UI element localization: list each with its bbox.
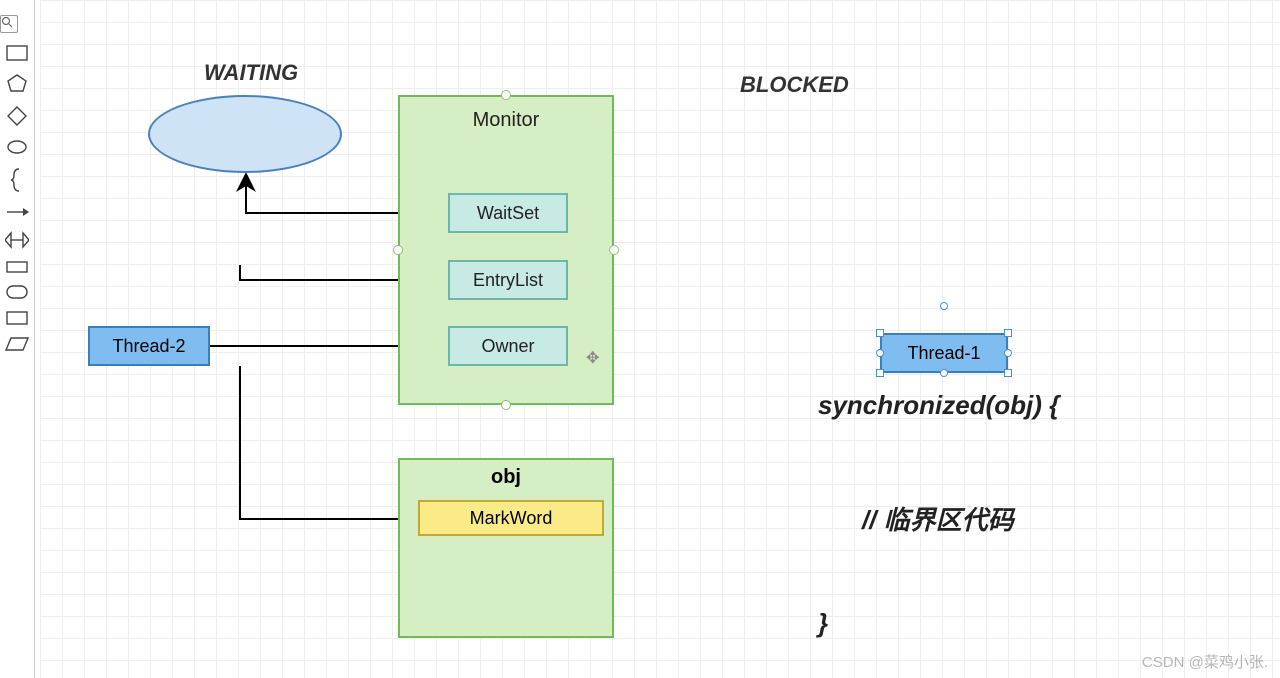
connector-dot[interactable] [501,90,511,100]
parallelogram-icon[interactable] [5,337,29,351]
connector-dot[interactable] [501,400,511,410]
resize-handle-sw[interactable] [876,369,884,377]
resize-handle-se[interactable] [1004,369,1012,377]
code-sync-text: synchronized(obj) { [818,390,1059,421]
owner-box[interactable]: Owner [448,326,568,366]
thread1-box[interactable]: Thread-1 [880,333,1008,373]
arrow-right-icon[interactable] [5,205,29,219]
ellipse-shape-icon[interactable] [6,139,28,155]
resize-handle-nw[interactable] [876,329,884,337]
connector-dot[interactable] [609,245,619,255]
move-cursor-icon: ✥ [586,348,599,368]
resize-handle-w[interactable] [876,349,884,357]
code-close-text: } [818,608,828,639]
entrylist-box[interactable]: EntryList [448,260,568,300]
thread2-box[interactable]: Thread-2 [88,326,210,366]
connector-dot[interactable] [393,245,403,255]
rhombus-shape-icon[interactable] [6,105,28,127]
resize-handle-s[interactable] [940,369,948,377]
thread1-label: Thread-1 [907,343,980,364]
shape-palette[interactable] [0,0,35,678]
rect-shape-icon[interactable] [6,45,28,61]
thread2-label: Thread-2 [112,336,185,357]
diagram-canvas[interactable]: WAITING BLOCKED Monitor WaitSet EntryLis… [40,0,1280,678]
waiting-ellipse[interactable] [148,95,342,173]
blocked-label: BLOCKED [740,72,849,98]
code-comment-text: // 临界区代码 [862,500,1014,537]
brace-shape-icon[interactable] [10,167,24,193]
rounded-rect-icon[interactable] [6,285,28,299]
resize-handle-ne[interactable] [1004,329,1012,337]
obj-title: obj [400,466,612,489]
waitset-label: WaitSet [477,203,539,224]
rect-wide-icon[interactable] [6,261,28,273]
markword-box[interactable]: MarkWord [418,500,604,536]
waitset-box[interactable]: WaitSet [448,193,568,233]
monitor-title: Monitor [400,109,612,132]
rect-icon[interactable] [6,311,28,325]
resize-handle-e[interactable] [1004,349,1012,357]
watermark: CSDN @菜鸡小张. [1142,651,1268,672]
pentagon-shape-icon[interactable] [6,73,28,93]
markword-label: MarkWord [470,508,553,529]
entrylist-label: EntryList [473,270,543,291]
arrow-both-icon[interactable] [5,231,29,249]
obj-container[interactable]: obj [398,458,614,638]
search-input[interactable] [0,15,18,33]
owner-label: Owner [481,336,534,357]
waiting-label: WAITING [204,60,298,86]
rotate-handle[interactable] [940,302,948,310]
